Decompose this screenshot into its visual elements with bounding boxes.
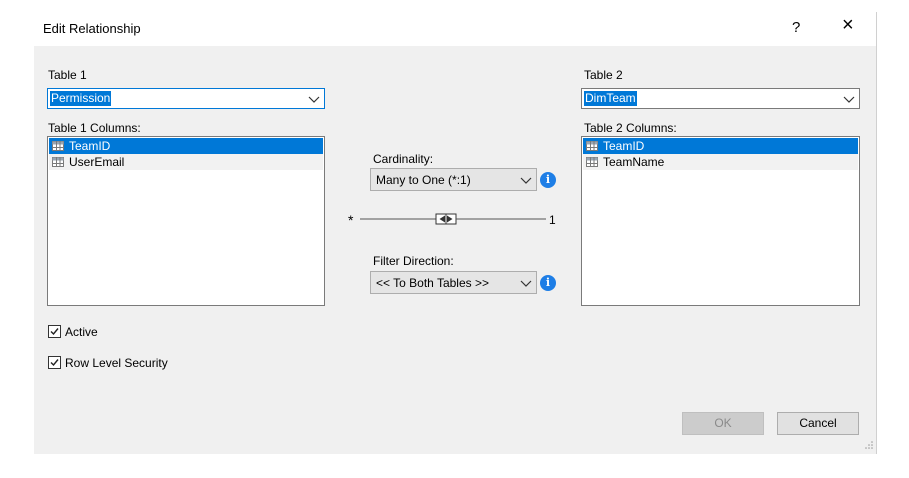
close-button[interactable]: ×: [842, 15, 854, 35]
active-label: Active: [65, 325, 98, 339]
rls-checkbox[interactable]: [48, 356, 61, 369]
cancel-button[interactable]: Cancel: [777, 412, 859, 435]
table2-columns-list[interactable]: TeamID TeamName: [581, 136, 860, 306]
table1-selected-value: Permission: [50, 91, 112, 106]
checkmark-icon: [50, 359, 59, 367]
help-button[interactable]: ?: [792, 19, 800, 36]
table2-selected-value: DimTeam: [584, 91, 637, 106]
checkmark-icon: [50, 328, 59, 336]
one-marker: 1: [549, 213, 556, 227]
chevron-down-icon: [520, 280, 532, 287]
filter-direction-value: << To Both Tables >>: [376, 276, 489, 290]
cardinality-label: Cardinality:: [373, 152, 434, 166]
table2-label: Table 2: [584, 68, 623, 82]
window-border: [876, 12, 877, 454]
cardinality-dropdown[interactable]: Many to One (*:1): [370, 168, 537, 191]
ok-button[interactable]: OK: [682, 412, 764, 435]
filter-info-icon[interactable]: i: [540, 275, 556, 291]
list-item[interactable]: UserEmail: [49, 154, 323, 170]
table-icon: [586, 141, 598, 151]
chevron-down-icon: [843, 96, 855, 103]
rls-label: Row Level Security: [65, 356, 168, 370]
dialog-body: Table 1 Permission Table 1 Columns: Team…: [34, 46, 876, 454]
column-name: UserEmail: [69, 155, 125, 169]
column-name: TeamID: [69, 139, 111, 153]
table2-columns-label: Table 2 Columns:: [584, 121, 677, 135]
relationship-line-icon: [360, 213, 546, 225]
list-item[interactable]: TeamID: [49, 138, 323, 154]
table-icon: [52, 141, 64, 151]
active-checkbox[interactable]: [48, 325, 61, 338]
table1-label: Table 1: [48, 68, 87, 82]
column-name: TeamID: [603, 139, 645, 153]
filter-direction-label: Filter Direction:: [373, 254, 454, 268]
dialog-title: Edit Relationship: [43, 21, 141, 36]
table-icon: [52, 157, 64, 167]
filter-direction-dropdown[interactable]: << To Both Tables >>: [370, 271, 537, 294]
resize-grip-icon[interactable]: [864, 440, 874, 450]
table1-columns-list[interactable]: TeamID UserEmail: [47, 136, 325, 306]
many-marker: *: [348, 212, 354, 228]
chevron-down-icon: [520, 177, 532, 184]
chevron-down-icon: [308, 96, 320, 103]
list-item[interactable]: TeamName: [583, 154, 858, 170]
cardinality-value: Many to One (*:1): [376, 173, 471, 187]
table1-columns-label: Table 1 Columns:: [48, 121, 141, 135]
table-icon: [586, 157, 598, 167]
table2-select[interactable]: DimTeam: [581, 88, 860, 109]
column-name: TeamName: [603, 155, 665, 169]
list-item[interactable]: TeamID: [583, 138, 858, 154]
cardinality-info-icon[interactable]: i: [540, 172, 556, 188]
table1-select[interactable]: Permission: [47, 88, 325, 109]
